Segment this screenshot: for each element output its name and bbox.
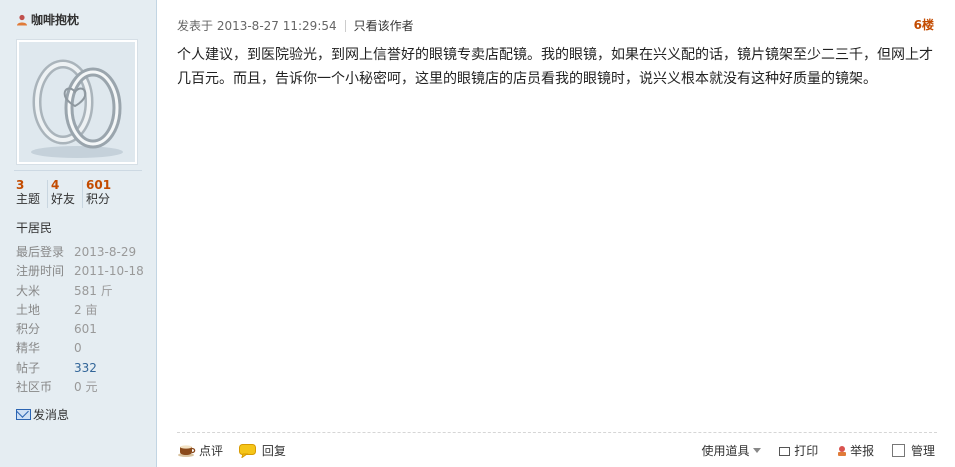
info-value: 2 亩 — [74, 302, 98, 317]
post-timestamp: 发表于 2013-8-27 11:29:54 — [177, 19, 337, 33]
info-points: 积分 601 — [16, 321, 144, 340]
user-info-list: 最后登录 2013-8-29 注册时间 2011-10-18 大米 581 斤 土地 2… — [16, 244, 144, 398]
speech-bubble-icon — [238, 444, 256, 458]
send-message-label: 发消息 — [33, 408, 70, 422]
info-key: 大米 — [16, 283, 41, 298]
send-message-link[interactable]: 发消息 — [16, 406, 69, 423]
info-key: 最后登录 — [16, 245, 65, 259]
post-tools: 使用道具 打印 举报 管理 — [687, 442, 935, 459]
footer-divider — [177, 432, 937, 433]
manage-label: 管理 — [910, 444, 935, 458]
print-icon — [779, 447, 791, 456]
report-icon — [838, 446, 847, 456]
stat-topics-label: 主题 — [16, 192, 41, 206]
info-value: 0 — [74, 341, 82, 356]
coffee-cup-icon — [178, 445, 196, 457]
info-key: 精华 — [16, 341, 41, 356]
info-value: 601 — [74, 322, 97, 337]
post-actions: 点评 回复 — [178, 442, 298, 459]
info-key: 帖子 — [16, 360, 41, 375]
comment-button[interactable]: 点评 — [178, 442, 223, 459]
stat-topics-value: 3 — [16, 178, 25, 192]
info-key: 土地 — [16, 302, 41, 317]
stat-points-value: 601 — [86, 178, 112, 192]
use-tool-label: 使用道具 — [701, 444, 750, 458]
dropdown-arrow-icon — [753, 448, 762, 453]
avatar-image — [19, 42, 135, 162]
header-separator — [344, 20, 346, 32]
report-button[interactable]: 举报 — [836, 442, 874, 459]
user-sidebar: 咖啡抱枕 3 主题 4 好友 601 积分 干居民 最后登录 2013-8-29 … — [0, 0, 157, 467]
avatar[interactable] — [16, 39, 138, 165]
user-rank: 干居民 — [16, 221, 53, 235]
stat-separator — [82, 180, 83, 208]
use-tool-dropdown[interactable]: 使用道具 — [701, 442, 762, 459]
comment-label: 点评 — [199, 444, 224, 458]
info-rice: 大米 581 斤 — [16, 283, 144, 302]
print-label: 打印 — [794, 444, 819, 458]
info-value: 2013-8-29 — [74, 245, 137, 259]
stat-topics[interactable]: 3 主题 — [16, 179, 40, 207]
post-header: 发表于 2013-8-27 11:29:54 只看该作者 — [177, 17, 414, 34]
info-key: 注册时间 — [16, 264, 65, 279]
reply-button[interactable]: 回复 — [238, 442, 286, 459]
username[interactable]: 咖啡抱枕 — [16, 11, 79, 28]
info-land: 土地 2 亩 — [16, 302, 144, 321]
floor-number[interactable]: 6楼 — [914, 16, 934, 33]
info-register-date: 注册时间 2011-10-18 — [16, 263, 144, 282]
info-essence: 精华 0 — [16, 340, 144, 359]
post-content: 个人建议，到医院验光，到网上信誉好的眼镜专卖店配镜。我的眼镜，如果在兴义配的话，… — [177, 47, 933, 87]
stat-points-label: 积分 — [86, 192, 111, 206]
info-posts: 帖子 332 — [16, 360, 144, 379]
stats-divider — [14, 170, 142, 171]
info-key: 积分 — [16, 322, 41, 337]
report-label: 举报 — [850, 444, 875, 458]
stat-friends[interactable]: 4 好友 — [51, 179, 75, 207]
info-coins: 社区币 0 元 — [16, 379, 144, 398]
print-button[interactable]: 打印 — [779, 442, 818, 459]
info-posts-link[interactable]: 332 — [74, 361, 97, 375]
info-value: 2011-10-18 — [74, 264, 144, 279]
info-value: 581 斤 — [74, 283, 113, 298]
manage-checkbox[interactable]: 管理 — [891, 442, 935, 459]
info-last-login: 最后登录 2013-8-29 — [16, 244, 144, 263]
user-icon — [17, 14, 27, 26]
stat-friends-label: 好友 — [51, 192, 76, 206]
reply-label: 回复 — [261, 444, 286, 458]
info-key: 社区币 — [16, 380, 53, 395]
info-value: 0 元 — [74, 380, 98, 395]
author-only-link[interactable]: 只看该作者 — [354, 19, 414, 33]
stat-points[interactable]: 601 积分 — [86, 179, 111, 207]
manage-checkbox-box[interactable] — [891, 444, 905, 457]
stat-separator — [47, 180, 48, 208]
stat-friends-value: 4 — [51, 178, 60, 192]
mail-icon — [16, 409, 31, 420]
username-text: 咖啡抱枕 — [31, 13, 80, 27]
